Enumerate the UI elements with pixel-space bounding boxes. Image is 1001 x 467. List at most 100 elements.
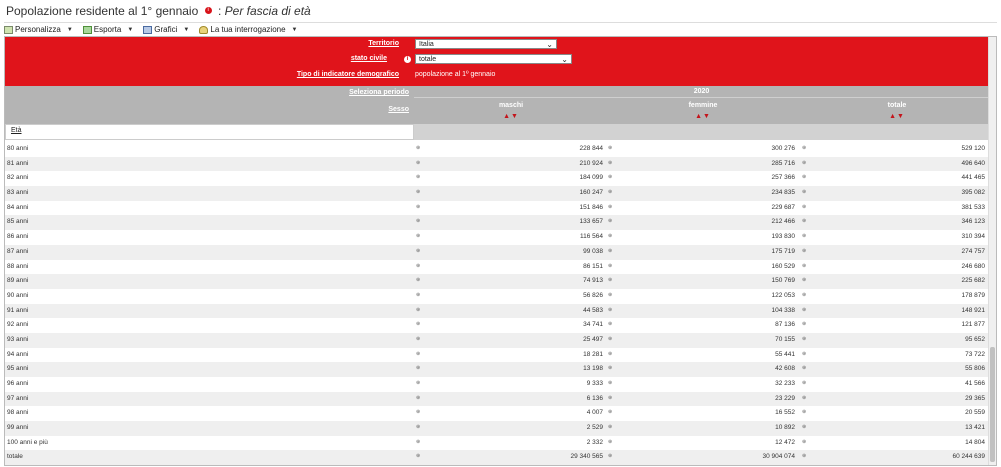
cell-info-icon[interactable]: ⊕ — [608, 439, 612, 445]
cell-info-icon[interactable]: ⊕ — [608, 204, 612, 210]
row-age-label: 99 anni — [7, 424, 29, 432]
cell-femmine: 175 719 — [771, 247, 796, 255]
stato-civile-label[interactable]: stato civile — [351, 55, 387, 62]
cell-info-icon[interactable]: ⊕ — [802, 248, 806, 254]
cell-info-icon[interactable]: ⊕ — [416, 380, 420, 386]
cell-info-icon[interactable]: ⊕ — [802, 277, 806, 283]
cell-info-icon[interactable]: ⊕ — [802, 174, 806, 180]
cell-info-icon[interactable]: ⊕ — [802, 218, 806, 224]
cell-info-icon[interactable]: ⊕ — [608, 233, 612, 239]
cell-info-icon[interactable]: ⊕ — [416, 145, 420, 151]
query-menu[interactable]: La tua interrogazione ▼ — [199, 25, 298, 34]
cell-info-icon[interactable]: ⊕ — [416, 409, 420, 415]
cell-info-icon[interactable]: ⊕ — [416, 189, 420, 195]
cell-info-icon[interactable]: ⊕ — [416, 204, 420, 210]
sort-arrows-icon[interactable]: ▲▼ — [608, 113, 798, 120]
seleziona-periodo-link[interactable]: Seleziona periodo — [349, 89, 409, 96]
cell-info-icon[interactable]: ⊕ — [802, 204, 806, 210]
row-age-label: 84 anni — [7, 203, 29, 211]
cell-info-icon[interactable]: ⊕ — [416, 351, 420, 357]
cell-info-icon[interactable]: ⊕ — [802, 263, 806, 269]
cell-info-icon[interactable]: ⊕ — [802, 189, 806, 195]
cell-totale: 20 559 — [965, 409, 985, 417]
cell-info-icon[interactable]: ⊕ — [416, 453, 420, 459]
cell-info-icon[interactable]: ⊕ — [416, 233, 420, 239]
cell-info-icon[interactable]: ⊕ — [608, 277, 612, 283]
cell-info-icon[interactable]: ⊕ — [802, 439, 806, 445]
cell-femmine: 285 716 — [771, 159, 796, 167]
sort-arrows-icon[interactable]: ▲▼ — [802, 113, 992, 120]
cell-info-icon[interactable]: ⊕ — [608, 336, 612, 342]
export-menu[interactable]: Esporta ▼ — [82, 25, 133, 34]
cell-info-icon[interactable]: ⊕ — [416, 439, 420, 445]
cell-info-icon[interactable]: ⊕ — [608, 351, 612, 357]
sort-arrows-icon[interactable]: ▲▼ — [416, 113, 606, 120]
territorio-select[interactable]: Italia ⌄ — [415, 39, 557, 49]
cell-info-icon[interactable]: ⊕ — [416, 336, 420, 342]
cell-info-icon[interactable]: ⊕ — [608, 307, 612, 313]
cell-info-icon[interactable]: ⊕ — [608, 365, 612, 371]
cell-info-icon[interactable]: ⊕ — [802, 453, 806, 459]
cell-info-icon[interactable]: ⊕ — [608, 160, 612, 166]
cell-info-icon[interactable]: ⊕ — [608, 395, 612, 401]
customize-icon — [4, 25, 13, 34]
cell-info-icon[interactable]: ⊕ — [608, 263, 612, 269]
cell-totale: 225 682 — [961, 277, 986, 285]
stato-civile-select[interactable]: totale ⌄ — [415, 54, 572, 64]
cell-info-icon[interactable]: ⊕ — [416, 321, 420, 327]
cell-info-icon[interactable]: ⊕ — [416, 248, 420, 254]
cell-info-icon[interactable]: ⊕ — [608, 424, 612, 430]
cell-info-icon[interactable]: ⊕ — [608, 453, 612, 459]
cell-totale: 274 757 — [961, 247, 986, 255]
cell-info-icon[interactable]: ⊕ — [416, 292, 420, 298]
cell-totale: 55 806 — [965, 365, 985, 373]
cell-info-icon[interactable]: ⊕ — [802, 160, 806, 166]
cell-info-icon[interactable]: ⊕ — [608, 218, 612, 224]
cell-info-icon[interactable]: ⊕ — [802, 395, 806, 401]
info-icon[interactable]: i — [204, 7, 212, 14]
cell-info-icon[interactable]: ⊕ — [802, 321, 806, 327]
cell-info-icon[interactable]: ⊕ — [416, 174, 420, 180]
cell-info-icon[interactable]: ⊕ — [802, 365, 806, 371]
cell-info-icon[interactable]: ⊕ — [802, 145, 806, 151]
cell-info-icon[interactable]: ⊕ — [416, 307, 420, 313]
cell-info-icon[interactable]: ⊕ — [416, 218, 420, 224]
cell-info-icon[interactable]: ⊕ — [802, 424, 806, 430]
title-separator: : — [217, 4, 222, 18]
cell-info-icon[interactable]: ⊕ — [608, 292, 612, 298]
cell-info-icon[interactable]: ⊕ — [416, 395, 420, 401]
vertical-scrollbar[interactable] — [988, 37, 996, 465]
cell-info-icon[interactable]: ⊕ — [416, 365, 420, 371]
cell-info-icon[interactable]: ⊕ — [608, 189, 612, 195]
cell-info-icon[interactable]: ⊕ — [802, 307, 806, 313]
cell-info-icon[interactable]: ⊕ — [416, 424, 420, 430]
cell-info-icon[interactable]: ⊕ — [802, 336, 806, 342]
charts-menu[interactable]: Grafici ▼ — [143, 25, 189, 34]
cell-info-icon[interactable]: ⊕ — [416, 277, 420, 283]
cell-femmine: 300 276 — [771, 145, 796, 152]
tipo-indicatore-label[interactable]: Tipo di indicatore demografico — [297, 71, 399, 78]
cell-totale: 381 533 — [961, 203, 986, 211]
cell-info-icon[interactable]: ⊕ — [416, 263, 420, 269]
cell-info-icon[interactable]: ⊕ — [802, 351, 806, 357]
cell-info-icon[interactable]: ⊕ — [802, 380, 806, 386]
table-row: 82 anni ⊕ 184 099 ⊕ 257 366 ⊕ 441 465 — [5, 171, 989, 187]
cell-totale: 121 877 — [961, 321, 986, 329]
customize-menu[interactable]: Personalizza ▼ — [4, 25, 73, 34]
cell-info-icon[interactable]: ⊕ — [416, 160, 420, 166]
cell-info-icon[interactable]: ⊕ — [608, 145, 612, 151]
info-icon[interactable]: i — [404, 56, 411, 63]
cell-info-icon[interactable]: ⊕ — [608, 380, 612, 386]
cell-info-icon[interactable]: ⊕ — [802, 292, 806, 298]
scrollbar-thumb[interactable] — [990, 347, 995, 462]
table-row: 96 anni ⊕ 9 333 ⊕ 32 233 ⊕ 41 566 — [5, 377, 989, 392]
cell-info-icon[interactable]: ⊕ — [608, 248, 612, 254]
territorio-label[interactable]: Territorio — [368, 40, 399, 47]
cell-info-icon[interactable]: ⊕ — [608, 174, 612, 180]
sesso-link[interactable]: Sesso — [388, 106, 409, 113]
cell-info-icon[interactable]: ⊕ — [802, 409, 806, 415]
cell-info-icon[interactable]: ⊕ — [608, 321, 612, 327]
cell-info-icon[interactable]: ⊕ — [608, 409, 612, 415]
cell-info-icon[interactable]: ⊕ — [802, 233, 806, 239]
eta-label[interactable]: Età — [11, 127, 22, 134]
